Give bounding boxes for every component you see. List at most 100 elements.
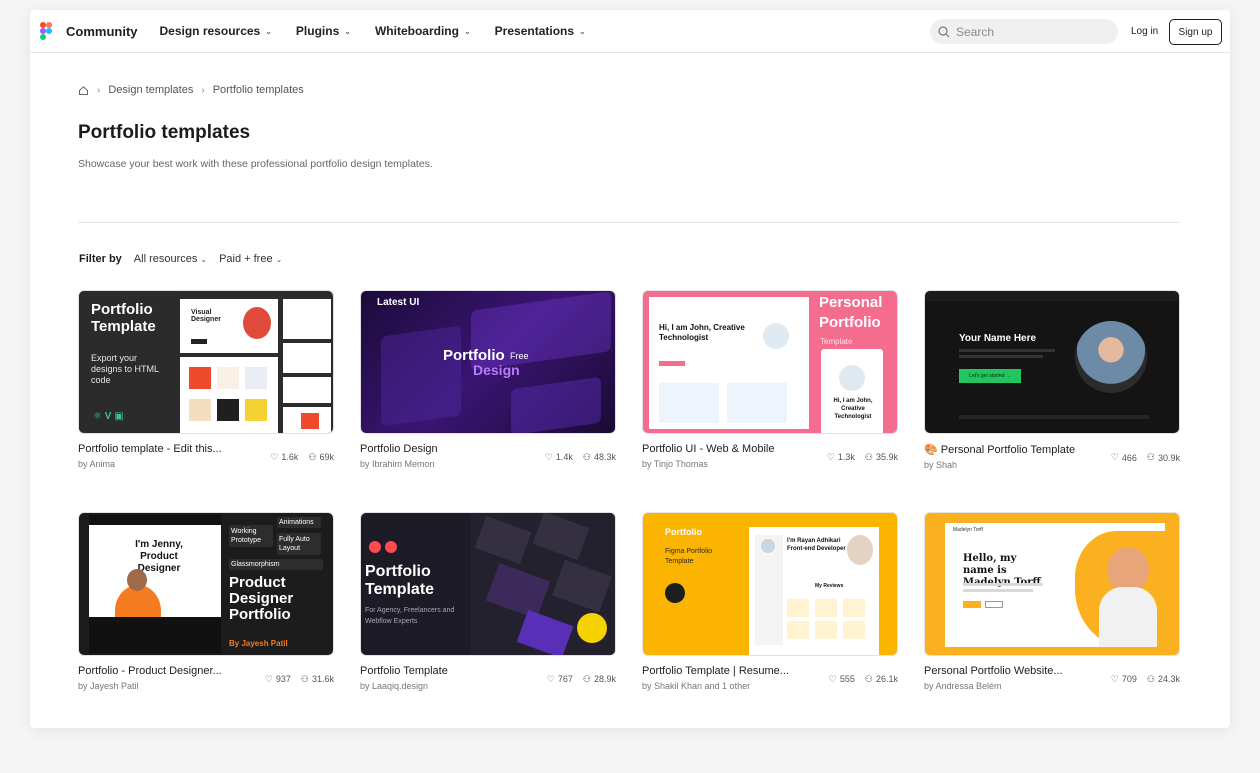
card-author[interactable]: by Andressa Belém: [924, 681, 1063, 691]
card-title[interactable]: Portfolio template - Edit this...: [78, 443, 222, 455]
user-count: ⚇ 48.3k: [583, 445, 616, 469]
like-value: 767: [557, 674, 573, 684]
thumb-design-label: Design: [473, 362, 520, 378]
card-title[interactable]: Portfolio Design: [360, 443, 438, 455]
app-window: Community Design resources ⌄ Plugins ⌄ Whi…: [30, 10, 1230, 728]
chevron-down-icon: ⌄: [200, 254, 208, 264]
heart-icon: ♡: [828, 673, 837, 684]
like-count[interactable]: ♡ 767: [547, 667, 573, 691]
template-card[interactable]: Your Name Here Let's get started → 🎨 Per…: [924, 290, 1180, 470]
like-count[interactable]: ♡ 1.3k: [827, 445, 855, 469]
thumb-tag-glass: Glassmorphism: [229, 559, 323, 570]
template-card[interactable]: Portfolio Template Export your designs t…: [78, 290, 334, 469]
search-box[interactable]: [930, 19, 1118, 44]
like-value: 555: [839, 674, 855, 684]
like-count[interactable]: ♡ 555: [829, 667, 855, 691]
like-count[interactable]: ♡ 1.4k: [545, 445, 573, 469]
like-count[interactable]: ♡ 937: [265, 667, 291, 691]
card-meta: Portfolio Design by Ibrahim Memon ♡ 1.4k …: [360, 443, 616, 469]
chevron-down-icon: ⌄: [265, 26, 272, 36]
user-value: 48.3k: [593, 452, 616, 462]
card-author[interactable]: by Ibrahim Memon: [360, 459, 438, 469]
thumb-top-label: Latest UI: [377, 297, 420, 308]
user-count: ⚇ 35.9k: [865, 445, 898, 469]
user-icon: ⚇: [308, 451, 317, 462]
nav-label: Design resources: [159, 24, 261, 38]
template-card[interactable]: I'm Jenny, Product Designer Working Prot…: [78, 512, 334, 691]
like-count[interactable]: ♡ 466: [1111, 445, 1137, 470]
card-title[interactable]: Personal Portfolio Website...: [924, 665, 1063, 677]
card-stats: ♡ 767 ⚇ 28.9k: [547, 667, 616, 691]
card-title[interactable]: 🎨 Personal Portfolio Template: [924, 443, 1075, 456]
like-value: 937: [275, 674, 291, 684]
card-author[interactable]: by Shakil Khan and 1 other: [642, 681, 789, 691]
template-card[interactable]: Portfolio Figma Portfolio Template I'm R…: [642, 512, 898, 691]
card-title[interactable]: Portfolio Template: [360, 665, 448, 677]
card-thumbnail[interactable]: Portfolio Figma Portfolio Template I'm R…: [642, 512, 898, 656]
card-meta: Portfolio Template | Resume... by Shakil…: [642, 665, 898, 691]
breadcrumb-separator: ›: [201, 84, 205, 96]
chevron-down-icon: ⌄: [579, 26, 586, 36]
template-card[interactable]: Hi, I am John, Creative Technologist Per…: [642, 290, 898, 469]
thumb-card-title: Visual Designer: [191, 309, 221, 323]
card-thumbnail[interactable]: Your Name Here Let's get started →: [924, 290, 1180, 434]
template-card[interactable]: Madelyn Torff Hello, my name is Madelyn …: [924, 512, 1180, 691]
card-thumbnail[interactable]: Madelyn Torff Hello, my name is Madelyn …: [924, 512, 1180, 656]
thumb-tag: Template: [820, 337, 853, 346]
thumb-by: By Jayesh Patil: [229, 639, 288, 648]
card-title[interactable]: Portfolio - Product Designer...: [78, 665, 222, 677]
nav-whiteboarding[interactable]: Whiteboarding ⌄: [375, 24, 471, 38]
like-count[interactable]: ♡ 1.6k: [270, 445, 298, 469]
thumb-subtitle: For Agency, Freelancers and Webflow Expe…: [365, 607, 455, 625]
user-icon: ⚇: [1146, 452, 1155, 462]
login-link[interactable]: Log in: [1131, 26, 1158, 37]
card-title[interactable]: Portfolio Template | Resume...: [642, 665, 789, 677]
thumb-title: Portfolio Template: [91, 301, 156, 335]
breadcrumb: › Design templates › Portfolio templates: [78, 84, 304, 96]
card-thumbnail[interactable]: Latest UI Portfolio Free Design: [360, 290, 616, 434]
home-icon[interactable]: [78, 85, 89, 96]
card-stats: ♡ 1.4k ⚇ 48.3k: [545, 445, 616, 469]
resources-dropdown[interactable]: All resources ⌄: [134, 253, 207, 265]
thumb-subtitle: Export your designs to HTML code: [91, 353, 159, 385]
search-icon: [938, 25, 950, 37]
chevron-down-icon: ⌄: [275, 254, 283, 264]
breadcrumb-portfolio-templates[interactable]: Portfolio templates: [213, 84, 304, 96]
heart-icon: ♡: [270, 451, 279, 462]
thumb-reviews: My Reviews: [815, 583, 844, 589]
card-author[interactable]: by Tinjo Thomas: [642, 459, 774, 469]
card-thumbnail[interactable]: Portfolio Template Export your designs t…: [78, 290, 334, 434]
card-thumbnail[interactable]: I'm Jenny, Product Designer Working Prot…: [78, 512, 334, 656]
user-count: ⚇ 31.6k: [301, 667, 334, 691]
card-author[interactable]: by Anima: [78, 459, 222, 469]
card-thumbnail[interactable]: Portfolio Template For Agency, Freelance…: [360, 512, 616, 656]
nav-presentations[interactable]: Presentations ⌄: [495, 24, 586, 38]
card-author[interactable]: by Laaqiq.design: [360, 681, 448, 691]
search-input[interactable]: [956, 24, 1106, 39]
user-value: 69k: [319, 452, 334, 462]
heart-icon: ♡: [826, 451, 835, 462]
card-author[interactable]: by Jayesh Patil: [78, 681, 222, 691]
card-thumbnail[interactable]: Hi, I am John, Creative Technologist Per…: [642, 290, 898, 434]
thumb-cta: Let's get started →: [959, 369, 1021, 383]
figma-logo-icon[interactable]: [40, 22, 54, 40]
nav-design-resources[interactable]: Design resources ⌄: [160, 24, 272, 38]
page-title: Portfolio templates: [78, 122, 251, 143]
like-value: 466: [1121, 452, 1137, 463]
like-count[interactable]: ♡ 709: [1111, 667, 1137, 691]
thumb-side-title: Personal Portfolio: [819, 294, 883, 331]
template-card[interactable]: Latest UI Portfolio Free Design Portfoli…: [360, 290, 616, 469]
card-author[interactable]: by Shah: [924, 460, 1075, 470]
template-card[interactable]: Portfolio Template For Agency, Freelance…: [360, 512, 616, 691]
card-meta: 🎨 Personal Portfolio Template by Shah ♡ 4…: [924, 443, 1180, 470]
brand-community[interactable]: Community: [66, 24, 138, 39]
signup-button[interactable]: Sign up: [1169, 19, 1222, 45]
user-value: 26.1k: [875, 674, 898, 684]
breadcrumb-separator: ›: [97, 84, 101, 96]
pricing-dropdown[interactable]: Paid + free ⌄: [219, 253, 282, 265]
breadcrumb-design-templates[interactable]: Design templates: [108, 84, 193, 96]
tech-icons: ⚛ V ▣: [93, 411, 124, 422]
nav-plugins[interactable]: Plugins ⌄: [296, 24, 351, 38]
card-title[interactable]: Portfolio UI - Web & Mobile: [642, 443, 774, 455]
card-stats: ♡ 937 ⚇ 31.6k: [265, 667, 334, 691]
